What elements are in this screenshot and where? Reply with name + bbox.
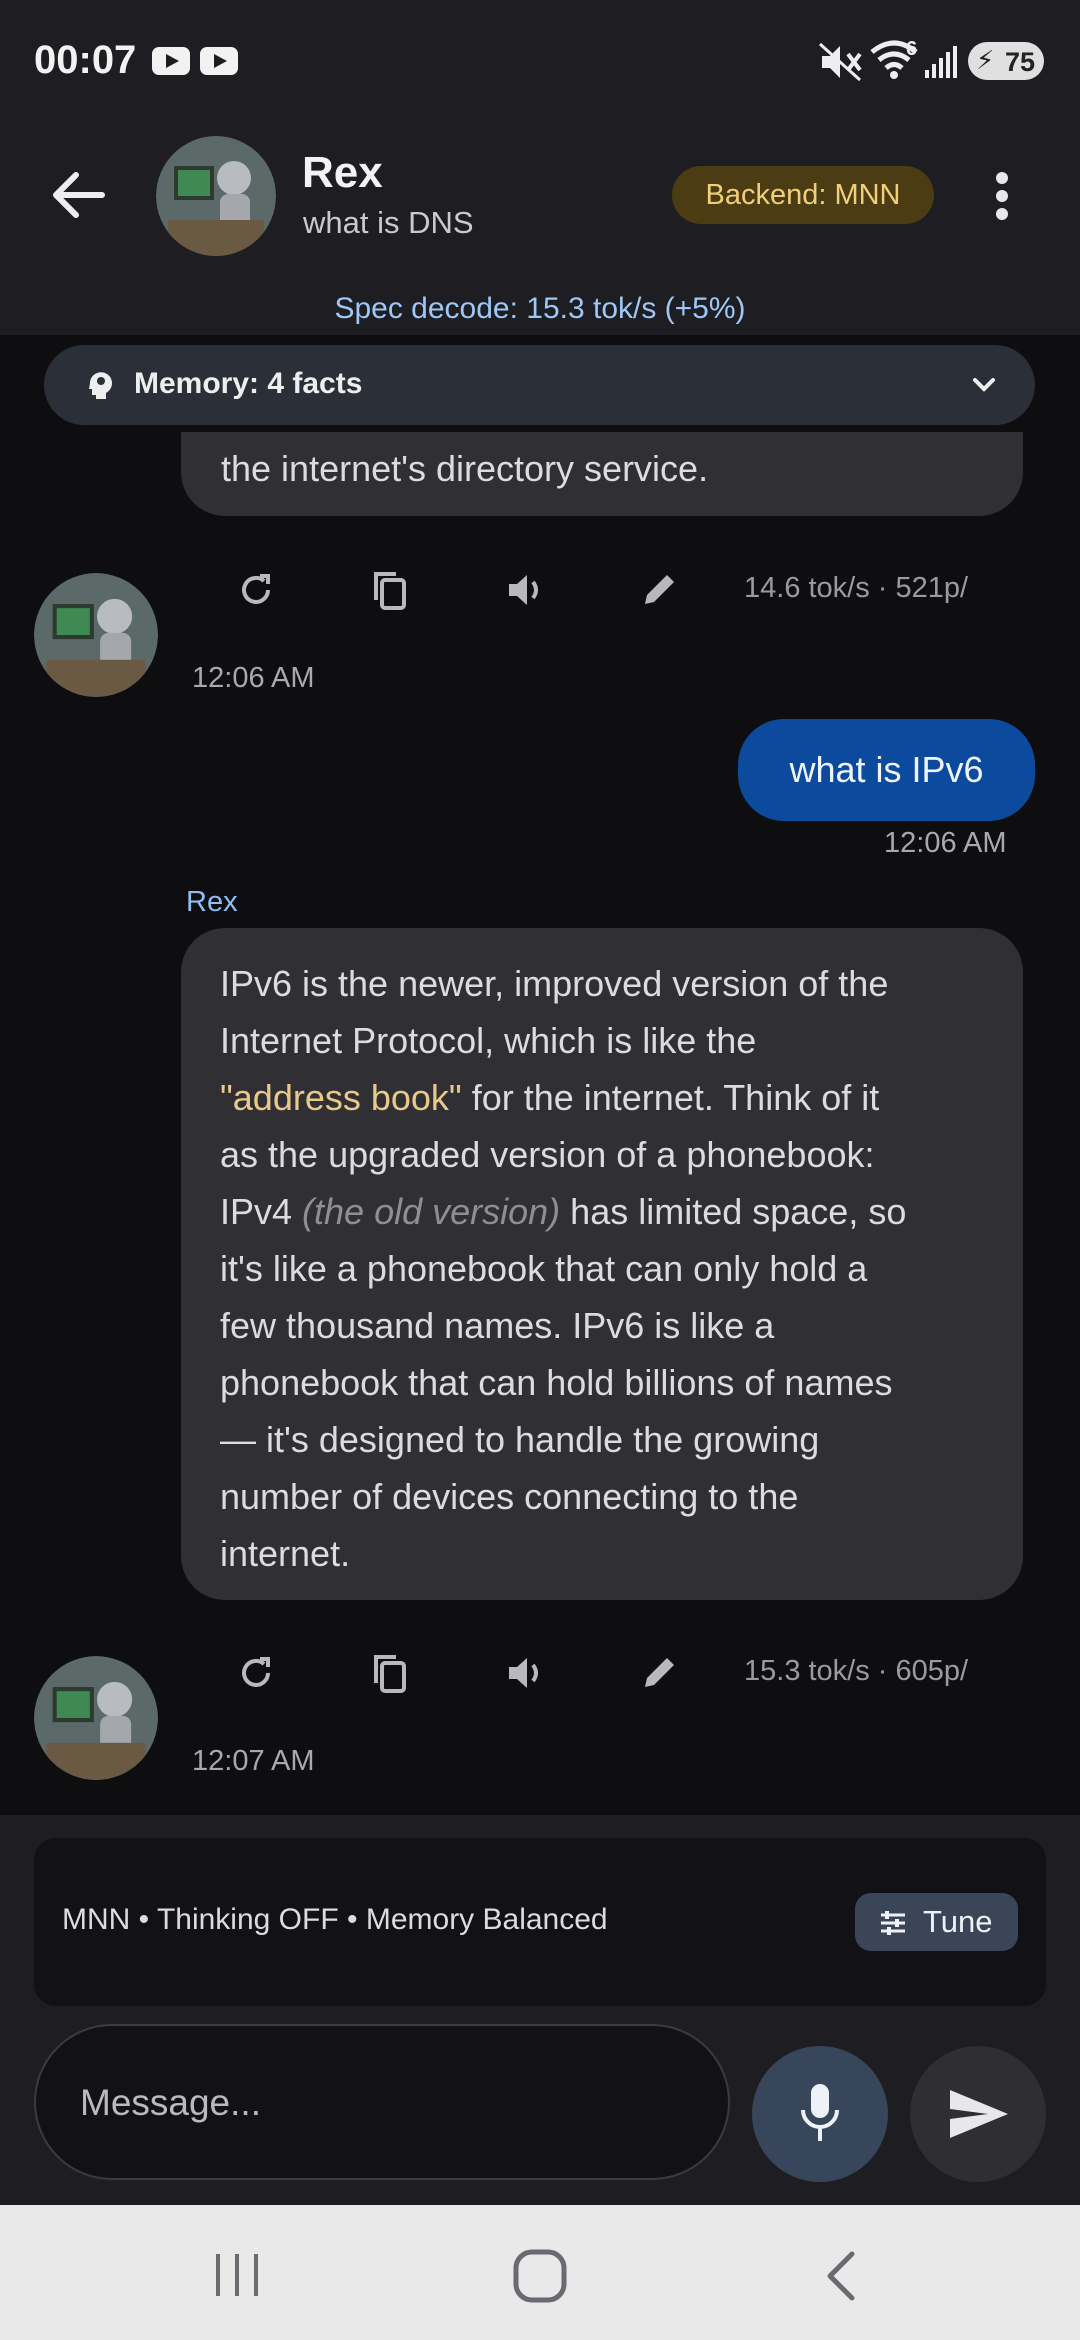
message-text: what is IPv6	[789, 749, 984, 790]
copy-icon[interactable]	[368, 568, 412, 612]
message-text: the internet's directory service.	[221, 448, 709, 489]
avatar[interactable]	[156, 136, 276, 256]
recent-apps-icon[interactable]	[210, 2250, 264, 2300]
chevron-down-icon	[973, 378, 995, 392]
sliders-icon	[881, 1911, 905, 1935]
message-line: IPv6 is the newer, improved version of t…	[220, 963, 889, 1004]
settings-summary: MNN • Thinking OFF • Memory Balanced	[62, 1903, 608, 1936]
more-options-icon[interactable]	[982, 164, 1022, 228]
edit-icon[interactable]	[637, 1651, 681, 1695]
charging-icon: ⚡	[976, 45, 995, 75]
message-line: number of devices connecting to the	[220, 1476, 799, 1517]
mic-icon	[801, 2084, 839, 2141]
italic-aside: (the old version)	[302, 1191, 561, 1232]
regenerate-icon[interactable]	[234, 1651, 278, 1695]
message-line: it's like a phonebook that can only hold…	[220, 1248, 868, 1289]
signal-icon	[925, 46, 957, 78]
tune-label: Tune	[923, 1904, 993, 1939]
message-timestamp: 12:06 AM	[884, 827, 1007, 859]
ai-message-bubble: IPv6 is the newer, improved version of t…	[181, 928, 1023, 1600]
wifi-badge: 6	[906, 38, 918, 60]
chat-name: Rex	[302, 148, 383, 197]
speaker-icon[interactable]	[503, 568, 547, 612]
message-line: few thousand names. IPv6 is like a	[220, 1305, 775, 1346]
avatar	[34, 573, 158, 697]
send-button[interactable]	[910, 2046, 1046, 2182]
message-line: IPv4 (the old version) has limited space…	[220, 1191, 907, 1232]
regenerate-icon[interactable]	[234, 568, 278, 612]
youtube-icon	[152, 47, 190, 75]
token-stats: 15.3 tok/s · 605p/	[744, 1655, 969, 1687]
speaker-icon[interactable]	[503, 1651, 547, 1695]
battery-level: 75	[1004, 47, 1035, 77]
youtube-icon	[200, 47, 238, 75]
back-arrow-icon[interactable]	[44, 160, 114, 230]
chat-subtitle: what is DNS	[303, 205, 474, 240]
mic-button[interactable]	[752, 2046, 888, 2182]
memory-panel-toggle[interactable]: Memory: 4 facts	[44, 345, 1035, 425]
tune-button[interactable]: Tune	[855, 1893, 1018, 1951]
brain-icon	[89, 372, 112, 399]
message-line: — it's designed to handle the growing	[220, 1419, 820, 1460]
sender-name: Rex	[186, 886, 238, 918]
edit-icon[interactable]	[637, 568, 681, 612]
avatar	[34, 1656, 158, 1780]
message-line: as the upgraded version of a phonebook:	[220, 1134, 875, 1175]
status-time: 00:07	[34, 38, 137, 82]
user-message-bubble: what is IPv6	[738, 719, 1035, 821]
home-icon[interactable]	[512, 2248, 568, 2304]
copy-icon[interactable]	[368, 1651, 412, 1695]
memory-label: Memory: 4 facts	[134, 367, 363, 400]
send-icon	[950, 2090, 1008, 2138]
token-stats: 14.6 tok/s · 521p/	[744, 572, 969, 604]
message-placeholder: Message...	[80, 2082, 261, 2123]
message-timestamp: 12:06 AM	[192, 662, 315, 694]
message-line: Internet Protocol, which is like the	[220, 1020, 757, 1061]
backend-badge[interactable]: Backend: MNN	[672, 166, 934, 224]
mute-icon	[818, 42, 862, 82]
message-timestamp: 12:07 AM	[192, 1745, 315, 1777]
back-nav-icon[interactable]	[822, 2248, 862, 2304]
message-line: phonebook that can hold billions of name…	[220, 1362, 893, 1403]
spec-decode-status: Spec decode: 15.3 tok/s (+5%)	[334, 292, 746, 325]
ai-message-bubble: the internet's directory service.	[181, 432, 1023, 516]
message-line: "address book" for the internet. Think o…	[220, 1077, 880, 1118]
battery-icon: ⚡ 75	[968, 42, 1044, 80]
message-line: internet.	[220, 1533, 351, 1574]
highlighted-quote: "address book"	[220, 1077, 462, 1118]
